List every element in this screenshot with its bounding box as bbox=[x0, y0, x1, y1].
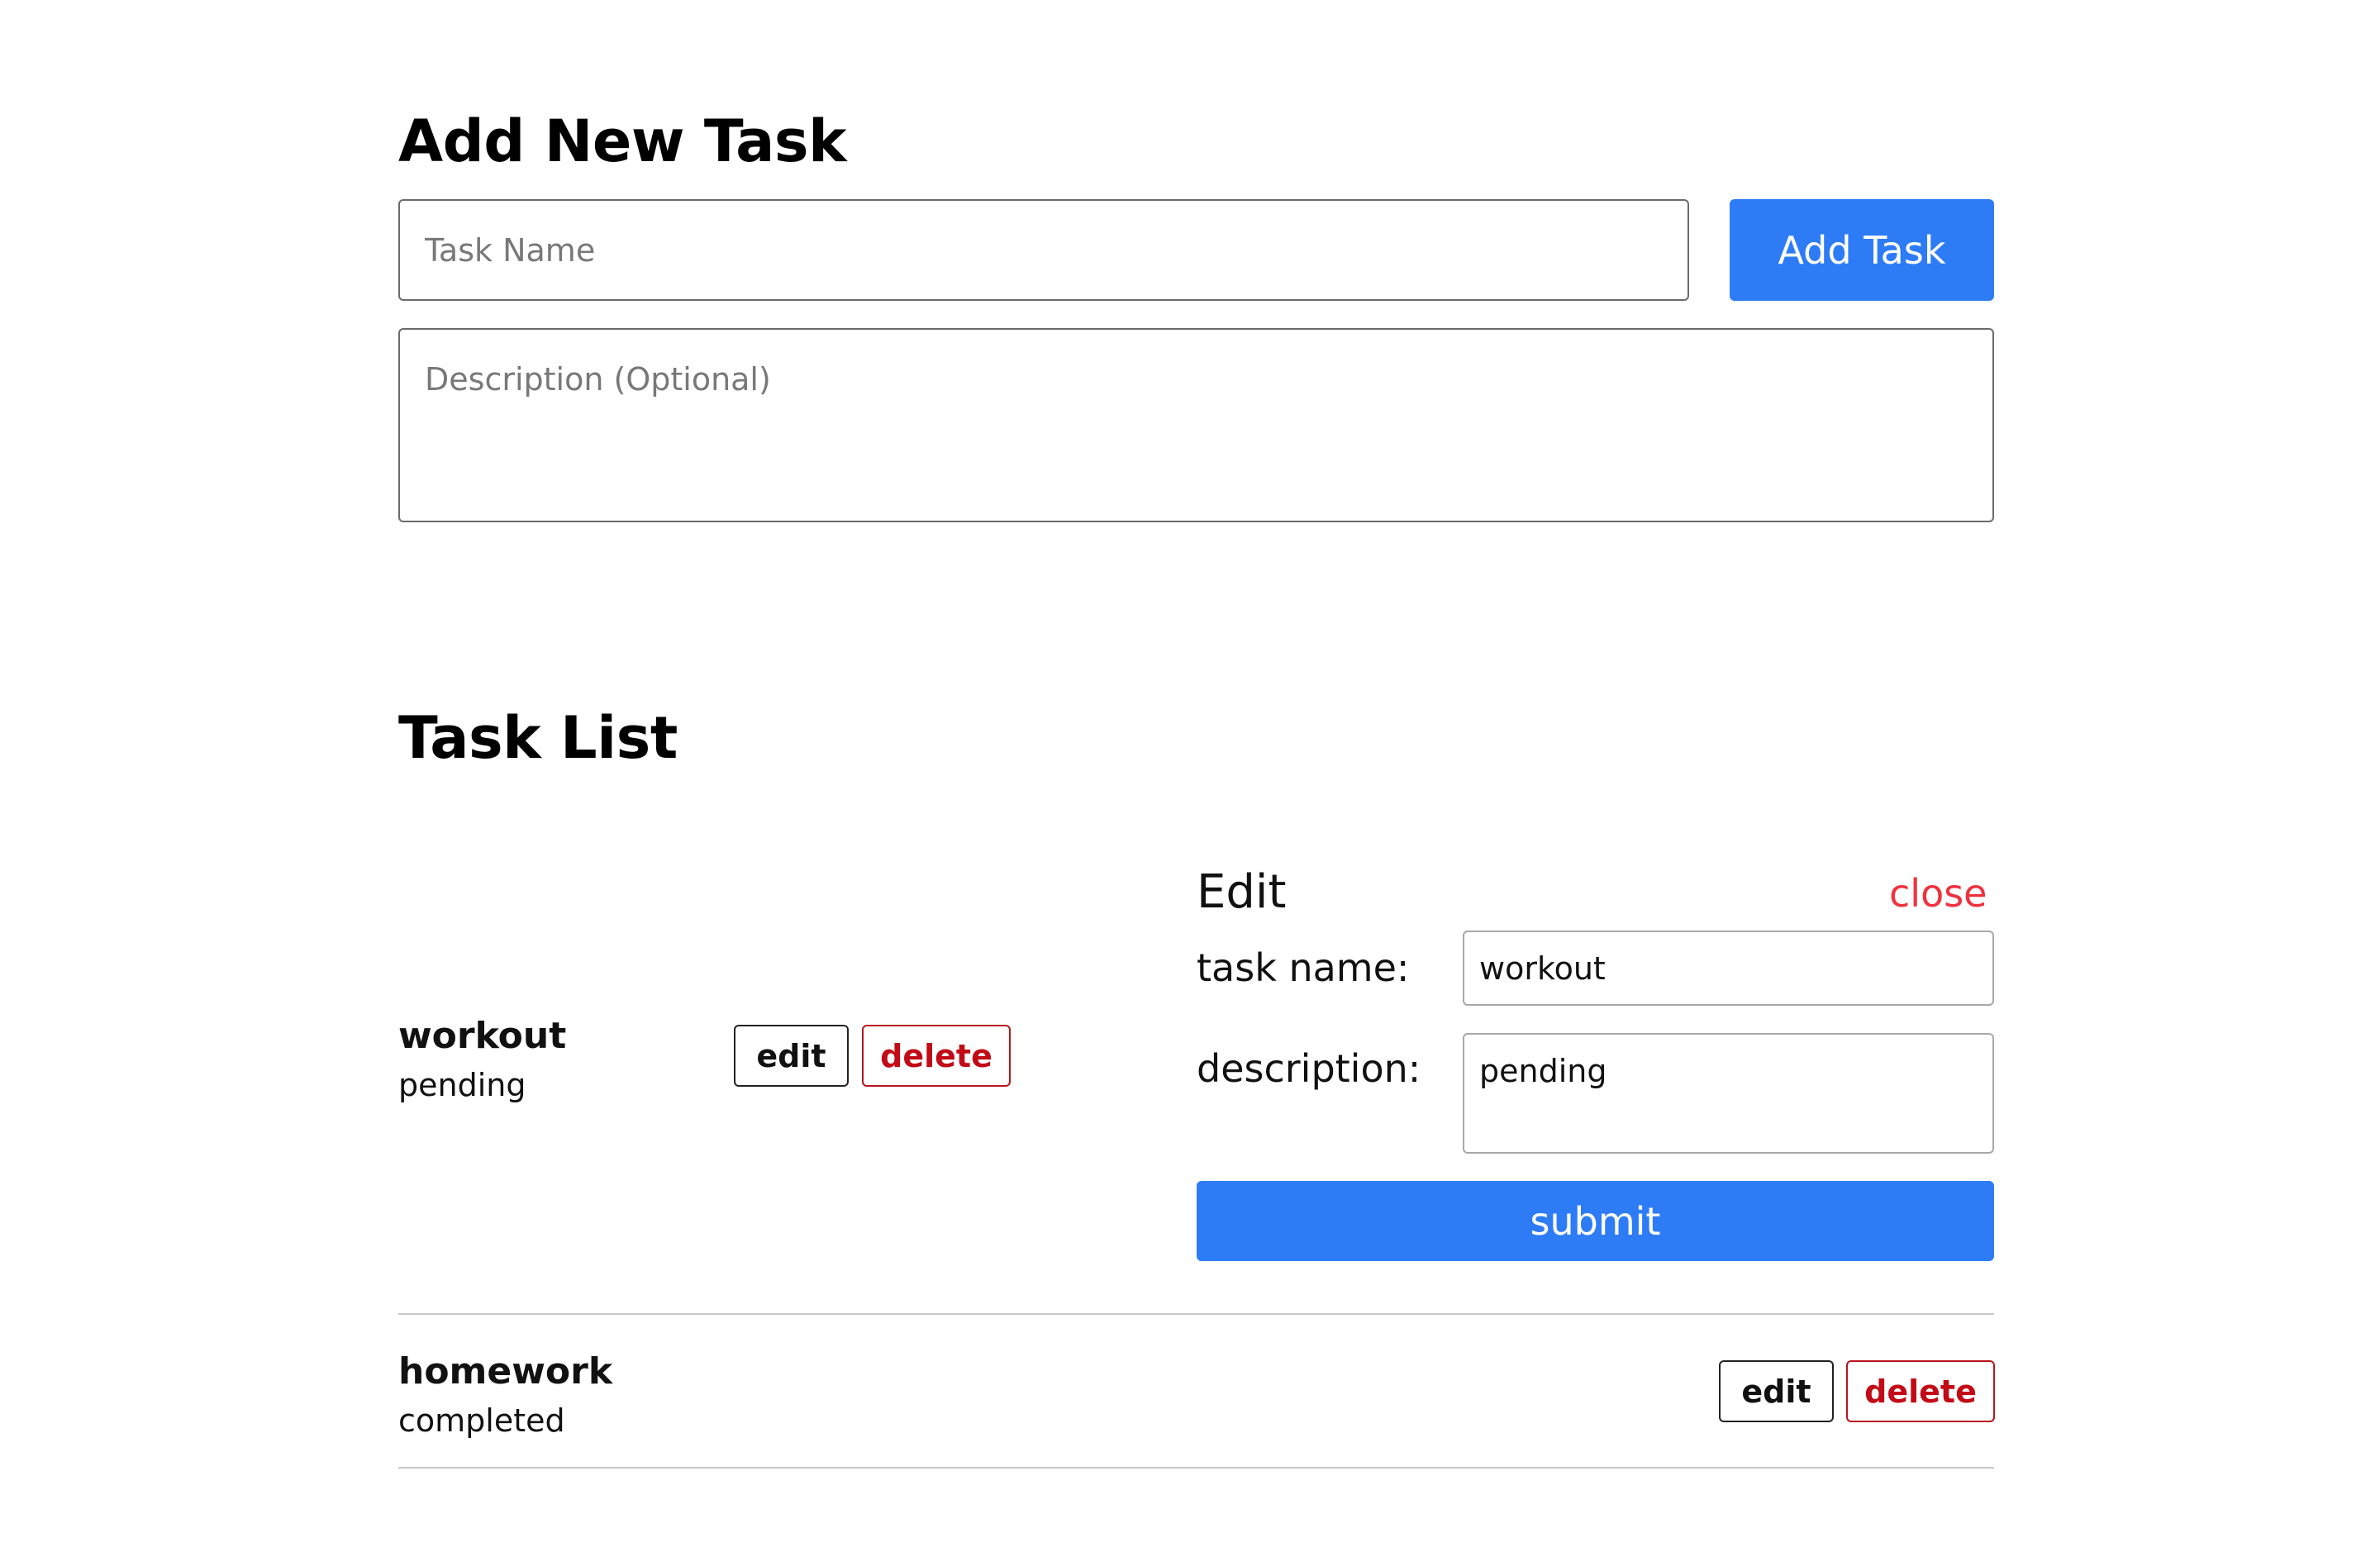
edit-panel-title: Edit bbox=[1197, 865, 1287, 919]
task-manager-page: Add New Task Add Task Task List workout … bbox=[0, 0, 2380, 1552]
edit-task-name-input[interactable] bbox=[1463, 931, 1994, 1006]
task-name: workout bbox=[398, 1015, 567, 1057]
edit-description-label: description: bbox=[1197, 1046, 1421, 1091]
task-status: pending bbox=[398, 1067, 526, 1103]
task-description-input[interactable] bbox=[398, 328, 1994, 522]
close-link[interactable]: close bbox=[1889, 874, 1987, 912]
delete-button[interactable]: delete bbox=[862, 1025, 1011, 1087]
task-name-input[interactable] bbox=[398, 199, 1689, 301]
task-name: homework bbox=[398, 1350, 613, 1393]
edit-task-name-label: task name: bbox=[1197, 945, 1410, 990]
add-task-heading: Add New Task bbox=[398, 107, 847, 175]
submit-button[interactable]: submit bbox=[1197, 1181, 1994, 1261]
edit-description-input[interactable]: pending bbox=[1463, 1033, 1994, 1154]
task-list-heading: Task List bbox=[398, 704, 678, 772]
task-status: completed bbox=[398, 1402, 565, 1439]
delete-button[interactable]: delete bbox=[1846, 1360, 1995, 1422]
edit-button[interactable]: edit bbox=[734, 1025, 849, 1087]
row-divider bbox=[398, 1313, 1994, 1315]
add-task-button[interactable]: Add Task bbox=[1730, 199, 1994, 301]
edit-button[interactable]: edit bbox=[1719, 1360, 1834, 1422]
row-divider bbox=[398, 1467, 1994, 1469]
